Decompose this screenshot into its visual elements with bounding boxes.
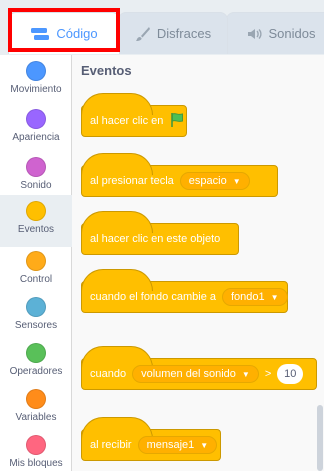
category-motion-dot bbox=[26, 61, 46, 81]
threshold-input[interactable]: 10 bbox=[277, 364, 304, 384]
scratch-editor: Sonidos Disfraces Código Movimiento Apar… bbox=[0, 0, 324, 471]
tab-code[interactable]: Código bbox=[8, 12, 120, 54]
category-sensing[interactable]: Sensores bbox=[0, 293, 72, 345]
category-label: Eventos bbox=[17, 224, 55, 235]
code-icon bbox=[30, 27, 50, 41]
category-variables[interactable]: Variables bbox=[0, 385, 72, 437]
speaker-icon bbox=[247, 27, 263, 41]
category-menu: Movimiento Apariencia Sonido Eventos Con… bbox=[0, 55, 72, 471]
category-label: Apariencia bbox=[12, 132, 60, 143]
hat-cap bbox=[81, 93, 153, 115]
category-sound-dot bbox=[26, 157, 46, 177]
when-backdrop-switches-block[interactable]: cuando el fondo cambie a fondo1 ▼ bbox=[81, 269, 288, 313]
message-dropdown[interactable]: mensaje1 ▼ bbox=[137, 436, 218, 454]
hat-cap bbox=[81, 211, 153, 233]
editor-tab-bar: Sonidos Disfraces Código bbox=[0, 0, 324, 55]
category-label: Movimiento bbox=[10, 84, 62, 95]
dropdown-value: fondo1 bbox=[230, 291, 265, 303]
category-label: Variables bbox=[15, 412, 57, 423]
key-dropdown[interactable]: espacio ▼ bbox=[179, 172, 250, 190]
tab-sounds[interactable]: Sonidos bbox=[226, 12, 324, 54]
block-label: al hacer clic en bbox=[90, 115, 164, 127]
backdrop-dropdown[interactable]: fondo1 ▼ bbox=[221, 288, 288, 306]
block-label: cuando el fondo cambie a bbox=[90, 291, 216, 303]
when-this-sprite-clicked-block[interactable]: al hacer clic en este objeto bbox=[81, 211, 239, 255]
category-looks[interactable]: Apariencia bbox=[0, 105, 72, 157]
chevron-down-icon: ▼ bbox=[232, 176, 241, 186]
block-label: al recibir bbox=[90, 439, 132, 451]
category-label: Mis bloques bbox=[9, 458, 63, 469]
block-palette: Eventos al hacer clic en al presionar te… bbox=[73, 55, 324, 471]
chevron-down-icon: ▼ bbox=[241, 369, 250, 379]
tab-sounds-label: Sonidos bbox=[268, 26, 316, 41]
tab-costumes-label: Disfraces bbox=[156, 26, 212, 41]
category-looks-dot bbox=[26, 109, 46, 129]
category-label: Operadores bbox=[9, 366, 63, 377]
category-events-dot bbox=[26, 201, 46, 221]
category-operators-dot bbox=[26, 343, 46, 363]
block-label: cuando bbox=[90, 368, 127, 380]
category-operators[interactable]: Operadores bbox=[0, 339, 72, 391]
category-variables-dot bbox=[26, 389, 46, 409]
category-events[interactable]: Eventos bbox=[0, 195, 72, 247]
greater-than-sign: > bbox=[264, 368, 272, 380]
category-control[interactable]: Control bbox=[0, 247, 72, 299]
block-label: al presionar tecla bbox=[90, 175, 174, 187]
block-label: al hacer clic en este objeto bbox=[90, 233, 221, 245]
hat-cap bbox=[81, 153, 153, 175]
hat-cap bbox=[81, 269, 153, 291]
hat-cap bbox=[81, 417, 153, 439]
when-flag-clicked-block[interactable]: al hacer clic en bbox=[81, 93, 187, 137]
chevron-down-icon: ▼ bbox=[270, 292, 279, 302]
category-control-dot bbox=[26, 251, 46, 271]
chevron-down-icon: ▼ bbox=[200, 440, 209, 450]
category-motion[interactable]: Movimiento bbox=[0, 57, 72, 109]
when-key-pressed-block[interactable]: al presionar tecla espacio ▼ bbox=[81, 153, 278, 197]
category-label: Sensores bbox=[14, 320, 58, 331]
category-sensing-dot bbox=[26, 297, 46, 317]
when-i-receive-block[interactable]: al recibir mensaje1 ▼ bbox=[81, 417, 221, 461]
dropdown-value: volumen del sonido bbox=[141, 368, 236, 380]
category-label: Sonido bbox=[20, 180, 52, 191]
when-greater-than-block[interactable]: cuando volumen del sonido ▼ > 10 bbox=[81, 346, 317, 390]
green-flag-icon bbox=[169, 112, 185, 131]
sensor-dropdown[interactable]: volumen del sonido ▼ bbox=[132, 365, 259, 383]
dropdown-value: mensaje1 bbox=[146, 439, 195, 451]
category-my-blocks[interactable]: Mis bloques bbox=[0, 431, 72, 471]
category-label: Control bbox=[19, 274, 53, 285]
category-my-blocks-dot bbox=[26, 435, 46, 455]
dropdown-value: espacio bbox=[188, 175, 227, 187]
palette-scrollbar[interactable] bbox=[317, 405, 323, 471]
tab-costumes[interactable]: Disfraces bbox=[118, 12, 228, 54]
palette-section-title: Eventos bbox=[81, 63, 132, 78]
tab-code-label: Código bbox=[56, 26, 98, 41]
brush-icon bbox=[135, 26, 151, 42]
